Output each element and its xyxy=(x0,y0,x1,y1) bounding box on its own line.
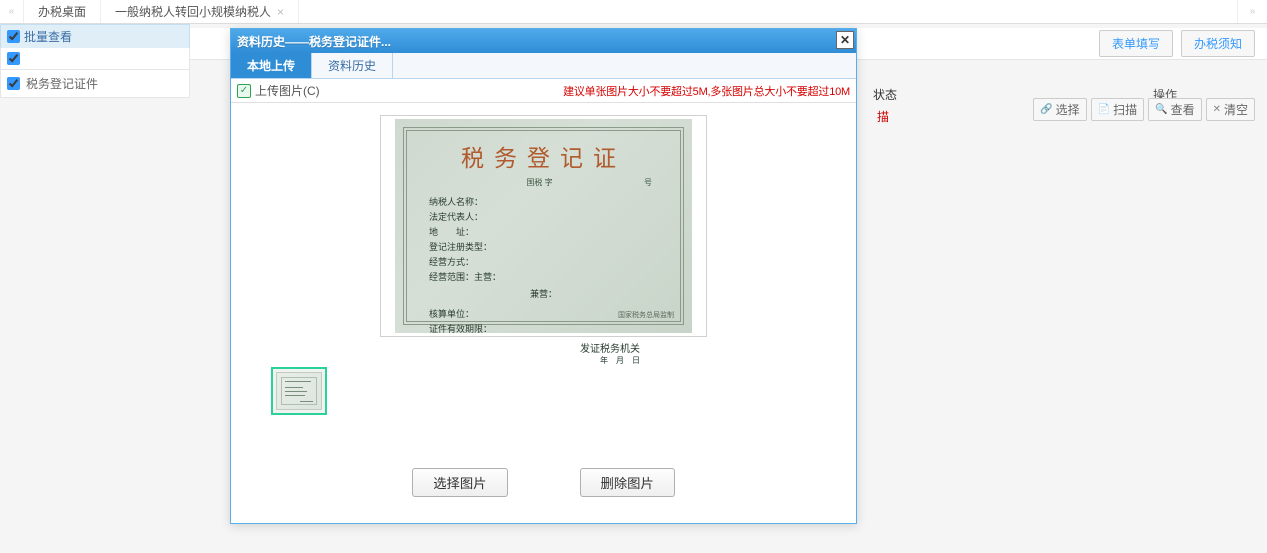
list-header-blank xyxy=(0,48,190,70)
modal-footer: 选择图片 删除图片 xyxy=(231,468,856,497)
cert-footer: 国家税务总局监制 xyxy=(618,310,674,320)
preview-area: 税务登记证 国税 字 号 纳税人名称： 法定代表人： 地 址： 登记注册类型： … xyxy=(231,103,856,337)
delete-image-button[interactable]: 删除图片 xyxy=(580,468,675,497)
fill-form-button[interactable]: 表单填写 xyxy=(1099,30,1173,57)
col-header-status: 状态 xyxy=(873,86,897,103)
tab-local-upload[interactable]: 本地上传 xyxy=(231,53,312,78)
tab-scroll-left-icon[interactable]: « xyxy=(0,0,24,23)
tab-scroll-right-icon[interactable]: » xyxy=(1237,0,1267,23)
tab-material-history[interactable]: 资料历史 xyxy=(312,53,393,78)
modal-title: 资料历史——税务登记证件... xyxy=(237,33,391,50)
certificate-image: 税务登记证 国税 字 号 纳税人名称： 法定代表人： 地 址： 登记注册类型： … xyxy=(395,119,692,333)
upload-hint: 建议单张图片大小不要超过5M,多张图片总大小不要超过10M xyxy=(563,83,850,99)
cert-authority: 发证税务机关 xyxy=(417,340,670,355)
list-item[interactable]: 税务登记证件 xyxy=(0,70,190,98)
batch-view-bar: 批量查看 xyxy=(0,24,190,48)
left-panel: 批量查看 税务登记证件 xyxy=(0,24,190,98)
item-checkbox[interactable] xyxy=(7,77,20,90)
modal-tabs: 本地上传 资料历史 xyxy=(231,53,856,79)
thumbnail-selected[interactable] xyxy=(271,367,327,415)
scan-icon: 📄 xyxy=(1098,104,1110,115)
scan-button[interactable]: 📄扫描 xyxy=(1091,98,1144,121)
tab-label: 一般纳税人转回小规模纳税人 xyxy=(115,3,271,20)
cert-field: 法定代表人： xyxy=(417,209,670,224)
view-icon: 🔍 xyxy=(1155,104,1167,115)
tax-notice-button[interactable]: 办税须知 xyxy=(1181,30,1255,57)
status-red-text: 描 xyxy=(877,108,889,125)
tab-convert-taxpayer[interactable]: 一般纳税人转回小规模纳税人 × xyxy=(101,0,299,23)
close-icon[interactable]: × xyxy=(277,5,284,19)
tab-label: 办税桌面 xyxy=(38,3,86,20)
cert-field: 经营方式： xyxy=(417,254,670,269)
view-button[interactable]: 🔍查看 xyxy=(1148,98,1201,121)
select-image-button[interactable]: 选择图片 xyxy=(412,468,507,497)
tab-desktop[interactable]: 办税桌面 xyxy=(24,0,101,23)
clear-icon: ✕ xyxy=(1213,104,1221,115)
cert-field: 经营范围：主营： xyxy=(417,269,670,284)
cert-center: 兼营： xyxy=(417,287,670,300)
cert-field: 登记注册类型： xyxy=(417,239,670,254)
select-button[interactable]: 🔗选择 xyxy=(1033,98,1086,121)
modal-header: 资料历史——税务登记证件... ✕ xyxy=(231,29,856,53)
cert-title: 税务登记证 xyxy=(417,139,670,173)
modal-toolbar: 上传图片(C) 建议单张图片大小不要超过5M,多张图片总大小不要超过10M xyxy=(231,79,856,103)
preview-frame: 税务登记证 国税 字 号 纳税人名称： 法定代表人： 地 址： 登记注册类型： … xyxy=(380,115,707,337)
item-label: 税务登记证件 xyxy=(26,75,98,92)
close-button[interactable]: ✕ xyxy=(836,31,854,49)
batch-label: 批量查看 xyxy=(24,28,72,45)
cert-field: 证件有效期限： xyxy=(417,321,670,336)
row-action-buttons: 🔗选择 📄扫描 🔍查看 ✕清空 xyxy=(1033,98,1255,121)
batch-checkbox[interactable] xyxy=(7,30,20,43)
clear-button[interactable]: ✕清空 xyxy=(1206,98,1255,121)
history-modal: 资料历史——税务登记证件... ✕ 本地上传 资料历史 上传图片(C) 建议单张… xyxy=(230,28,857,524)
cert-date: 年 月 日 xyxy=(417,355,670,366)
upload-label[interactable]: 上传图片(C) xyxy=(255,82,320,99)
check-icon xyxy=(237,84,251,98)
cert-sub-right: 号 xyxy=(644,177,652,188)
top-tab-bar: « 办税桌面 一般纳税人转回小规模纳税人 × » xyxy=(0,0,1267,24)
cert-field: 地 址： xyxy=(417,224,670,239)
cert-sub-center: 国税 字 xyxy=(526,177,552,188)
select-all-checkbox[interactable] xyxy=(7,52,20,65)
attach-icon: 🔗 xyxy=(1040,104,1052,115)
cert-field: 纳税人名称： xyxy=(417,194,670,209)
